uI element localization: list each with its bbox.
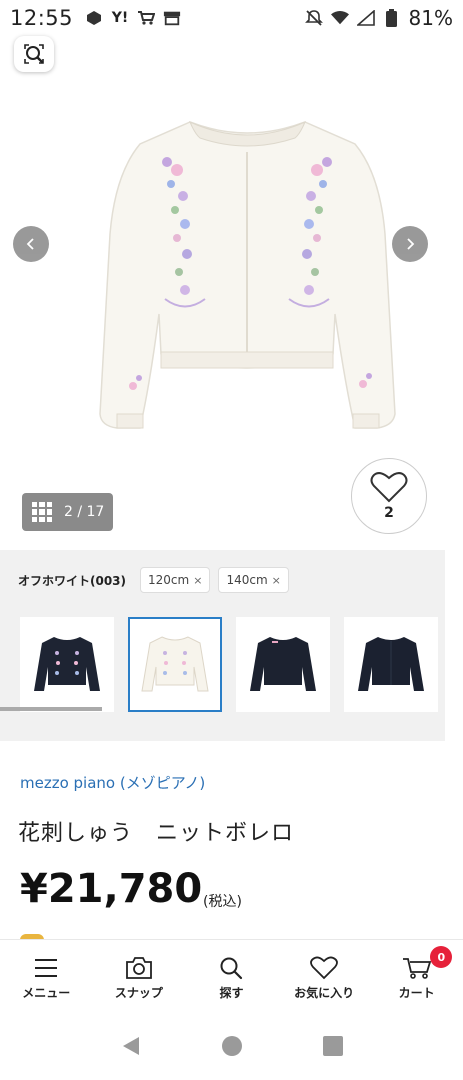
size-chip-label: 140cm [226, 573, 268, 587]
color-thumbnails [20, 617, 438, 712]
navy-cardigan-thumbnail [358, 636, 424, 691]
gallery-grid-button[interactable]: 2 / 17 [22, 493, 113, 531]
size-chip-label: 120cm [148, 573, 190, 587]
heart-icon [310, 956, 338, 980]
image-counter: 2 / 17 [64, 504, 105, 520]
status-time: 12:55 [10, 6, 74, 30]
product-title: 花刺しゅう ニットボレロ [18, 821, 295, 846]
recents-square-icon [322, 1035, 343, 1056]
home-circle-icon [221, 1035, 242, 1056]
back-triangle-icon [122, 1036, 139, 1055]
size-chip-120[interactable]: 120cm × [140, 567, 211, 593]
cart-icon [402, 958, 431, 979]
status-bar: 12:55 Y! 81% [0, 0, 463, 36]
tab-snap[interactable]: スナップ [93, 940, 186, 1011]
battery-icon [383, 9, 401, 27]
tab-label: スナップ [114, 986, 163, 1000]
tab-label: お気に入り [294, 986, 355, 1000]
tab-cart[interactable]: カート 0 [370, 940, 463, 1011]
previous-image-button[interactable] [13, 226, 49, 262]
color-label: オフホワイト(003) [18, 573, 127, 588]
chevron-left-icon [26, 238, 34, 250]
favorite-button[interactable]: 2 [351, 458, 427, 534]
bottom-tab-bar: メニュー スナップ 探す お気に入り カート 0 [0, 939, 463, 1011]
size-chip-140[interactable]: 140cm × [218, 567, 289, 593]
grid-icon [32, 502, 52, 522]
tab-label: メニュー [22, 986, 71, 1000]
remove-icon: × [271, 573, 281, 587]
navy-plain-thumbnail [250, 636, 316, 691]
app-notification-icon [85, 9, 103, 27]
tab-search[interactable]: 探す [185, 940, 278, 1011]
camera-icon [125, 957, 152, 979]
search-icon [24, 44, 44, 64]
tab-label: カート [398, 986, 435, 1000]
variant-selector: オフホワイト(003) 120cm × 140cm × [0, 550, 445, 741]
menu-icon [35, 959, 58, 977]
color-thumbnail[interactable] [344, 617, 438, 712]
mute-icon [304, 9, 323, 27]
brand-link[interactable]: mezzo piano (メゾピアノ) [20, 772, 205, 793]
tax-note: (税込) [203, 894, 242, 910]
home-button[interactable] [221, 1035, 243, 1057]
product-gallery[interactable]: 2 / 17 2 [0, 36, 463, 550]
battery-percent: 81% [408, 6, 453, 30]
remove-icon: × [193, 573, 203, 587]
system-navigation-bar [0, 1011, 463, 1080]
signal-icon [356, 9, 375, 27]
tab-menu[interactable]: メニュー [0, 940, 93, 1011]
recents-button[interactable] [322, 1035, 344, 1057]
yahoo-icon: Y! [111, 10, 129, 26]
color-thumbnail[interactable] [236, 617, 330, 712]
tab-label: 探す [219, 986, 244, 1000]
back-button[interactable] [120, 1035, 142, 1057]
page-scroll-track [445, 550, 463, 741]
tab-favorites[interactable]: お気に入り [278, 940, 371, 1011]
color-thumbnail-selected[interactable] [128, 617, 222, 712]
favorite-count: 2 [384, 505, 394, 521]
chevron-right-icon [407, 238, 415, 250]
search-icon [220, 957, 243, 980]
product-price: ¥21,780 [20, 866, 203, 912]
shopping-cart-notification-icon [137, 9, 156, 27]
navy-embroidered-thumbnail [34, 636, 100, 691]
heart-icon [370, 472, 408, 503]
thumbnail-scrollbar[interactable] [0, 707, 102, 711]
store-notification-icon [163, 9, 181, 27]
color-thumbnail[interactable] [20, 617, 114, 712]
white-embroidered-thumbnail [141, 635, 209, 691]
wifi-icon [330, 9, 349, 27]
search-button[interactable] [14, 36, 54, 72]
product-image [99, 121, 396, 429]
cart-count-badge: 0 [430, 946, 453, 968]
